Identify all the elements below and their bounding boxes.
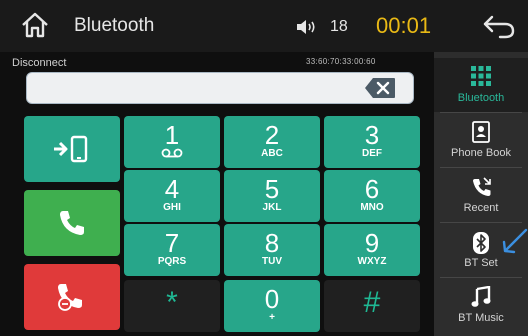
transfer-audio-button[interactable]	[24, 116, 120, 182]
key-9[interactable]: 9 WXYZ	[324, 224, 420, 276]
key-letters: TUV	[262, 256, 282, 267]
arrow-pointer-icon	[502, 228, 528, 254]
music-note-icon	[471, 286, 491, 307]
key-digit: 0	[264, 284, 280, 314]
key-8[interactable]: 8 TUV	[224, 224, 320, 276]
phone-transfer-icon	[54, 135, 88, 163]
key-letters: GHI	[163, 202, 181, 213]
key-3[interactable]: 3 DEF	[324, 116, 420, 168]
connection-status: Disconnect	[12, 57, 67, 69]
sidebar-item-bluetooth[interactable]: Bluetooth	[434, 58, 528, 112]
bluetooth-icon	[473, 232, 489, 254]
key-2[interactable]: 2 ABC	[224, 116, 320, 168]
hangup-icon	[58, 284, 82, 311]
contacts-icon	[472, 121, 490, 143]
key-0[interactable]: 0 +	[224, 280, 320, 332]
page-title: Bluetooth	[74, 15, 155, 36]
home-icon[interactable]	[20, 10, 50, 40]
backspace-icon[interactable]	[364, 77, 396, 99]
key-letters: JKL	[262, 202, 282, 213]
key-letters: PQRS	[157, 256, 187, 267]
call-icon	[60, 211, 84, 235]
key-digit: 5	[264, 174, 280, 204]
sidebar-item-bt-music[interactable]: BT Music	[434, 278, 528, 332]
key-digit: #	[363, 286, 381, 319]
keypad-grid-icon	[471, 66, 491, 86]
key-letters: WXYZ	[357, 256, 387, 267]
hangup-button[interactable]	[24, 264, 120, 330]
back-icon[interactable]	[482, 13, 516, 39]
key-digit: 9	[364, 228, 380, 258]
key-digit: 1	[164, 120, 180, 150]
key-digit: 6	[364, 174, 380, 204]
key-letters: DEF	[362, 148, 382, 159]
key-digit: *	[166, 286, 178, 319]
key-letters: ABC	[261, 148, 283, 159]
key-letters: MNO	[360, 202, 384, 213]
key-digit: 8	[264, 228, 280, 258]
sidebar-item-label: Recent	[463, 202, 499, 214]
sidebar-item-label: Phone Book	[451, 147, 511, 159]
key-digit: 2	[264, 120, 280, 150]
call-timer: 00:01	[376, 13, 432, 38]
key-1[interactable]: 1	[124, 116, 220, 168]
sidebar-item-phone-book[interactable]: Phone Book	[434, 113, 528, 167]
sidebar-item-label: BT Music	[458, 312, 504, 324]
key-digit: 4	[164, 174, 180, 204]
device-address: 33:60:70:33:00:60	[306, 57, 376, 66]
key-letters: +	[269, 312, 275, 323]
key-5[interactable]: 5 JKL	[224, 170, 320, 222]
recent-calls-icon	[473, 177, 491, 196]
sidebar-item-label: Bluetooth	[457, 92, 505, 104]
sidebar-item-label: BT Set	[464, 257, 498, 269]
key-7[interactable]: 7 PQRS	[124, 224, 220, 276]
key-digit: 3	[364, 120, 380, 150]
number-input[interactable]	[26, 72, 414, 104]
volume-icon[interactable]	[296, 18, 320, 36]
volume-level: 18	[330, 18, 348, 35]
call-button[interactable]	[24, 190, 120, 256]
sidebar-item-recent[interactable]: Recent	[434, 168, 528, 222]
key-hash[interactable]: #	[324, 280, 420, 332]
key-4[interactable]: 4 GHI	[124, 170, 220, 222]
key-digit: 7	[164, 228, 180, 258]
key-star[interactable]: *	[124, 280, 220, 332]
key-6[interactable]: 6 MNO	[324, 170, 420, 222]
